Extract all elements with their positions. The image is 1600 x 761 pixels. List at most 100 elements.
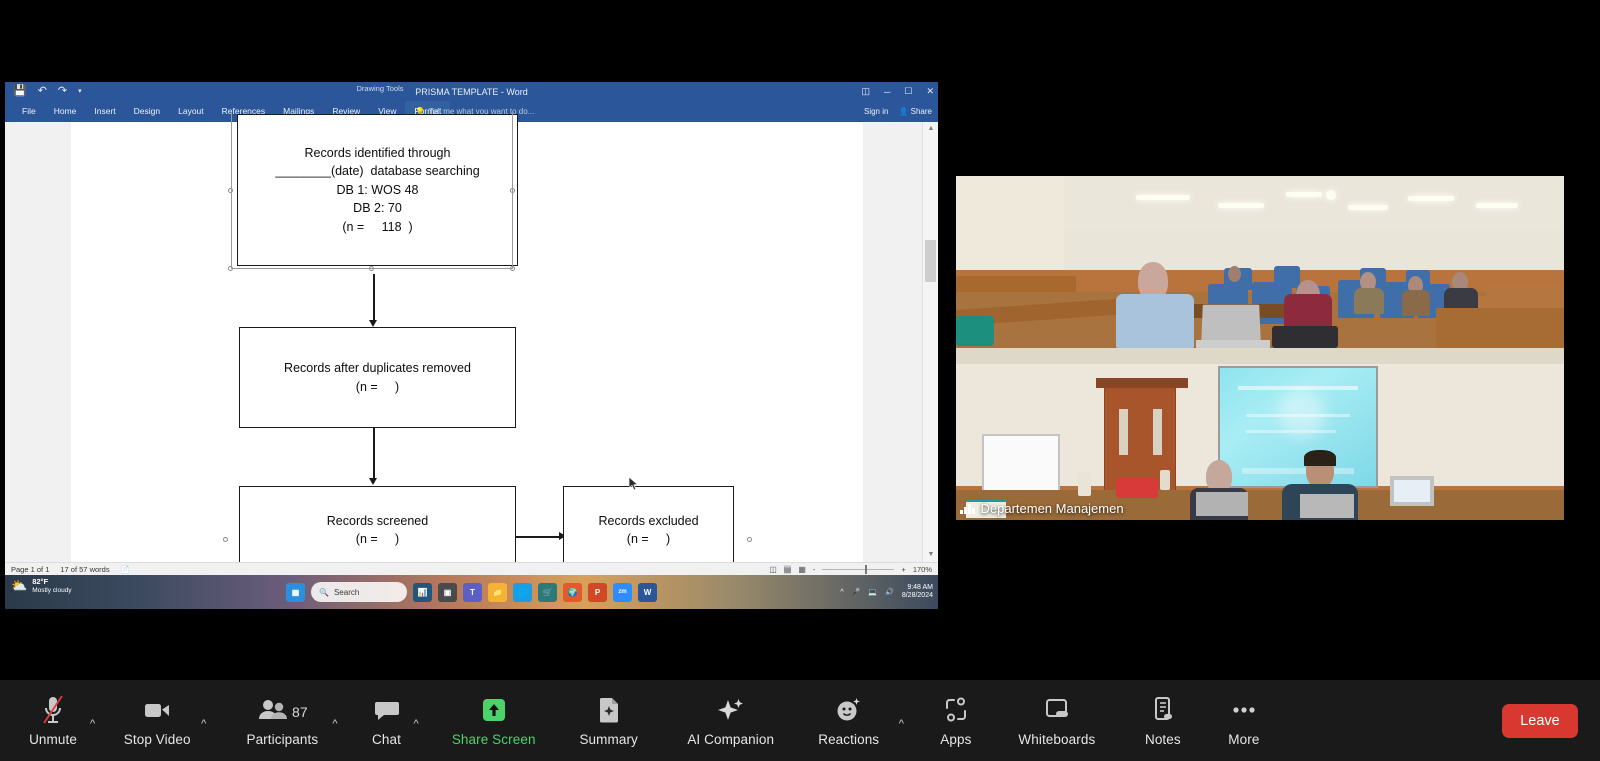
audio-options-chevron-icon[interactable]: ^ (90, 712, 95, 730)
group-handle-left[interactable] (223, 537, 228, 542)
word-title-bar: 💾 ↶ ↷ ▾ Drawing Tools PRISMA TEMPLATE - … (5, 82, 938, 101)
word-document-canvas[interactable]: Records identified through ________(date… (5, 112, 938, 574)
file-explorer-icon[interactable]: 📁 (488, 582, 507, 602)
ribbon-tab-home[interactable]: Home (45, 101, 86, 122)
toolbar-apps-button[interactable]: Apps (926, 695, 986, 747)
video-camera-icon[interactable] (142, 695, 172, 725)
chat-bubble-icon[interactable] (374, 695, 400, 725)
classroom-scene (956, 176, 1564, 348)
ribbon-tab-file[interactable]: File (13, 101, 45, 122)
flow-arrow-1-line (373, 274, 375, 322)
summary-doc-sparkle-icon[interactable] (596, 695, 622, 725)
ribbon-tab-design[interactable]: Design (125, 101, 169, 122)
notes-icon[interactable] (1151, 695, 1175, 725)
taskbar-clock[interactable]: 9:48 AM 8/28/2024 (902, 584, 933, 601)
print-layout-view-icon[interactable]: ▤ (783, 564, 792, 574)
network-tray-icon[interactable]: 💻 (868, 588, 877, 596)
microphone-tray-icon[interactable]: 🎤 (852, 588, 861, 596)
group-handle-right[interactable] (747, 537, 752, 542)
volume-tray-icon[interactable]: 🔊 (885, 588, 894, 596)
status-word-count[interactable]: 17 of 57 words (60, 565, 109, 574)
document-vertical-scrollbar[interactable]: ▲ ▼ (922, 122, 938, 562)
store-app-icon[interactable]: 🛒 (538, 582, 557, 602)
flowchart-box-records-excluded[interactable]: Records excluded (n = ) (563, 486, 734, 574)
minimize-icon[interactable]: ─ (884, 87, 890, 97)
zoom-out-button[interactable]: - (813, 565, 816, 574)
participants-options-chevron-icon[interactable]: ^ (332, 712, 337, 730)
start-icon[interactable]: ▦ (286, 582, 305, 602)
video-tile-meeting-room[interactable]: Departemen Manajemen (956, 348, 1564, 520)
microphone-muted-icon[interactable] (42, 695, 64, 725)
box4-line2: (n = ) (626, 532, 671, 546)
proofing-icon[interactable]: 📄 (121, 565, 130, 574)
toolbar-more-button[interactable]: More (1214, 695, 1274, 747)
ai-companion-label: AI Companion (687, 731, 775, 747)
windows-taskbar[interactable]: ⛅ 82°F Mostly cloudy ▦ 🔍 Search 📊 ▣ T 📁 … (5, 575, 938, 609)
video-options-chevron-icon[interactable]: ^ (201, 712, 206, 730)
toolbar-ai-companion-button[interactable]: AI Companion (669, 695, 793, 747)
powerpoint-app-icon[interactable]: P (588, 582, 607, 602)
toolbar-unmute-button[interactable]: Unmute (18, 695, 88, 747)
video-tiles-column[interactable]: Departemen Manajemen (956, 176, 1564, 520)
sign-in-link[interactable]: Sign in (864, 107, 888, 116)
toolbar-participants-button[interactable]: 87 Participants (234, 695, 330, 747)
charts-app-icon[interactable]: 📊 (413, 582, 432, 602)
scroll-up-arrow-icon[interactable]: ▲ (923, 122, 938, 136)
more-ellipsis-icon[interactable] (1230, 695, 1258, 725)
apps-icon[interactable] (943, 695, 969, 725)
ribbon-tab-insert[interactable]: Insert (85, 101, 124, 122)
box2-line1: Records after duplicates removed (284, 361, 471, 375)
toolbar-summary-button[interactable]: Summary (559, 695, 659, 747)
toolbar-notes-button[interactable]: Notes (1130, 695, 1196, 747)
shared-screen-word-window[interactable]: 💾 ↶ ↷ ▾ Drawing Tools PRISMA TEMPLATE - … (5, 82, 938, 609)
edge-browser-icon[interactable]: 🌐 (513, 582, 532, 602)
toolbar-reactions-button[interactable]: Reactions (801, 695, 897, 747)
whiteboard-icon[interactable] (1043, 695, 1071, 725)
web-layout-view-icon[interactable]: ▦ (798, 565, 806, 574)
teams-app-icon[interactable]: T (463, 582, 482, 602)
flow-arrow-3-line (516, 536, 562, 538)
prisma-flowchart[interactable]: Records identified through ________(date… (71, 112, 863, 574)
participants-count: 87 (292, 704, 308, 720)
zoom-level-label[interactable]: 170% (913, 565, 932, 574)
window-controls[interactable]: ◫ ─ ☐ ✕ (861, 82, 934, 101)
video-name-badge: Departemen Manajemen (960, 501, 1124, 516)
share-screen-up-arrow-icon[interactable] (480, 695, 508, 725)
word-app-icon[interactable]: W (638, 582, 657, 602)
close-icon[interactable]: ✕ (926, 86, 934, 97)
share-button[interactable]: 👤 Share (898, 107, 932, 116)
ai-sparkle-icon[interactable] (716, 695, 746, 725)
reactions-smiley-icon[interactable] (835, 695, 863, 725)
scroll-down-arrow-icon[interactable]: ▼ (923, 548, 938, 562)
toolbar-share-screen-button[interactable]: Share Screen (441, 695, 547, 747)
zoom-in-button[interactable]: + (901, 565, 905, 574)
show-hidden-icons-chevron-icon[interactable]: ^ (840, 589, 843, 596)
notes-label: Notes (1144, 731, 1181, 747)
ribbon-display-options-icon[interactable]: ◫ (861, 86, 870, 97)
status-page-number[interactable]: Page 1 of 1 (11, 565, 49, 574)
participants-icon[interactable] (257, 695, 289, 725)
reactions-options-chevron-icon[interactable]: ^ (899, 712, 904, 730)
document-page[interactable]: Records identified through ________(date… (71, 112, 863, 574)
chat-options-chevron-icon[interactable]: ^ (414, 712, 419, 730)
news-app-icon[interactable]: ▣ (438, 582, 457, 602)
scrollbar-thumb[interactable] (925, 240, 936, 282)
flowchart-box-records-screened[interactable]: Records screened (n = ) (239, 486, 516, 574)
taskbar-search-box[interactable]: 🔍 Search (311, 582, 407, 602)
zoom-meeting-toolbar[interactable]: Unmute ^ Stop Video ^ 87 Participants ^ … (0, 680, 1600, 761)
summary-label: Summary (579, 731, 638, 747)
toolbar-stop-video-button[interactable]: Stop Video (115, 695, 199, 747)
read-mode-view-icon[interactable]: ◫ (769, 565, 777, 574)
unmute-label: Unmute (29, 731, 77, 747)
box3-line2: (n = ) (355, 532, 400, 546)
toolbar-chat-button[interactable]: Chat (362, 695, 412, 747)
video-tile-classroom[interactable] (956, 176, 1564, 348)
ribbon-tab-layout[interactable]: Layout (169, 101, 213, 122)
leave-meeting-button[interactable]: Leave (1502, 704, 1578, 738)
zoom-app-icon[interactable]: zm (613, 582, 632, 602)
restore-icon[interactable]: ☐ (904, 86, 912, 97)
zoom-slider[interactable] (822, 564, 895, 574)
toolbar-whiteboards-button[interactable]: Whiteboards (998, 695, 1116, 747)
firefox-browser-icon[interactable]: 🌍 (563, 582, 582, 602)
flowchart-box-duplicates-removed[interactable]: Records after duplicates removed (n = ) (239, 327, 516, 428)
